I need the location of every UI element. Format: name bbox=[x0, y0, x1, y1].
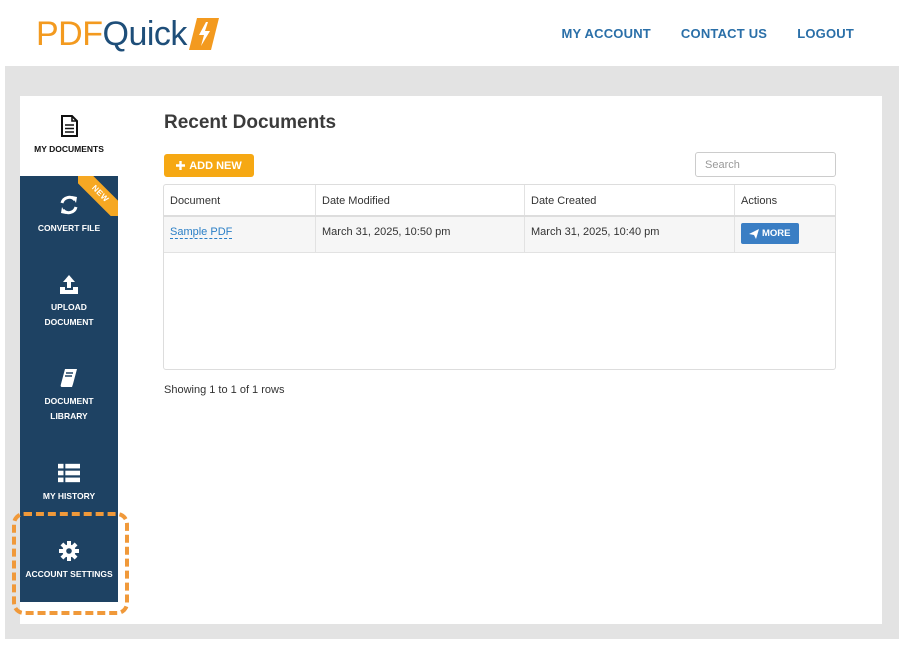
page-title: Recent Documents bbox=[164, 112, 337, 133]
refresh-icon bbox=[58, 194, 80, 216]
send-icon bbox=[749, 228, 759, 239]
pdfquick-logo[interactable]: PDFQuick bbox=[36, 14, 219, 54]
sidebar-item-label: CONVERT FILE bbox=[37, 223, 101, 233]
table-row: Sample PDF March 31, 2025, 10:50 pm Marc… bbox=[164, 217, 835, 253]
more-label: MORE bbox=[762, 228, 791, 239]
list-icon bbox=[58, 462, 80, 484]
sidebar-item-label-line1: UPLOAD bbox=[51, 302, 87, 312]
upload-icon bbox=[58, 273, 80, 295]
account-settings-highlight bbox=[12, 512, 129, 615]
book-icon bbox=[58, 367, 80, 389]
date-created-cell: March 31, 2025, 10:40 pm bbox=[525, 217, 735, 252]
actions-cell: MORE bbox=[735, 217, 835, 252]
new-badge: NEW bbox=[78, 176, 118, 216]
logout-link[interactable]: LOGOUT bbox=[797, 26, 854, 41]
pagination-info: Showing 1 to 1 of 1 rows bbox=[164, 384, 285, 396]
document-link[interactable]: Sample PDF bbox=[170, 226, 233, 239]
lightning-bolt-icon bbox=[188, 18, 219, 50]
sidebar-item-label-line2: LIBRARY bbox=[50, 411, 88, 421]
contact-us-link[interactable]: CONTACT US bbox=[681, 26, 767, 41]
logo-quick-text: Quick bbox=[102, 15, 188, 53]
column-header-date-created[interactable]: Date Created bbox=[525, 185, 735, 215]
documents-table: Document Date Modified Date Created Acti… bbox=[163, 184, 836, 370]
column-header-actions: Actions bbox=[741, 195, 778, 207]
plus-icon bbox=[176, 161, 186, 170]
sidebar-item-label-line1: DOCUMENT bbox=[44, 396, 94, 406]
date-modified-cell: March 31, 2025, 10:50 pm bbox=[316, 217, 525, 252]
top-header: PDFQuick MY ACCOUNT CONTACT US LOGOUT bbox=[0, 0, 906, 66]
table-header: Document Date Modified Date Created Acti… bbox=[164, 185, 835, 217]
more-button[interactable]: MORE bbox=[741, 223, 799, 244]
sidebar-item-label: MY HISTORY bbox=[42, 491, 96, 501]
column-header-document[interactable]: Document bbox=[164, 185, 316, 215]
sidebar-item-my-history[interactable]: MY HISTORY bbox=[20, 444, 118, 516]
add-new-button[interactable]: ADD NEW bbox=[164, 154, 254, 177]
search-input[interactable] bbox=[695, 152, 836, 177]
top-nav: MY ACCOUNT CONTACT US LOGOUT bbox=[562, 26, 854, 41]
add-new-label: ADD NEW bbox=[189, 159, 242, 172]
sidebar-item-label: MY DOCUMENTS bbox=[34, 144, 104, 154]
sidebar-item-upload-document[interactable]: UPLOAD DOCUMENT bbox=[20, 256, 118, 350]
new-ribbon: NEW bbox=[78, 176, 118, 216]
my-account-link[interactable]: MY ACCOUNT bbox=[562, 26, 651, 41]
column-header-date-modified[interactable]: Date Modified bbox=[316, 185, 525, 215]
sidebar-item-document-library[interactable]: DOCUMENT LIBRARY bbox=[20, 350, 118, 444]
sidebar-item-label-line2: DOCUMENT bbox=[44, 317, 94, 327]
logo-pdf-text: PDF bbox=[36, 15, 103, 53]
document-cell: Sample PDF bbox=[164, 217, 316, 252]
sidebar-item-my-documents[interactable]: MY DOCUMENTS bbox=[20, 96, 118, 176]
document-icon bbox=[58, 115, 80, 137]
